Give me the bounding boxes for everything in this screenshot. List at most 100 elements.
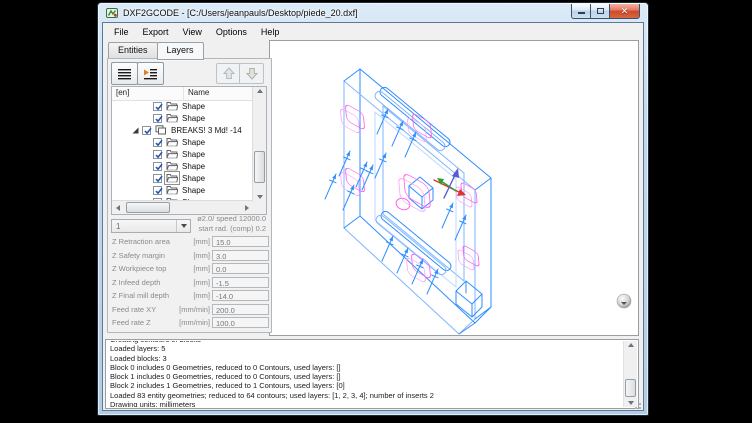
row-label: Shape (182, 162, 205, 171)
move-to-custom-gcode-button[interactable] (137, 62, 164, 85)
param-unit: [mm] (193, 291, 210, 300)
param-unit: [mm/min] (179, 318, 210, 327)
caption-buttons: ✕ (571, 4, 640, 19)
layer-checkbox[interactable] (153, 174, 162, 183)
maximize-icon (597, 8, 604, 14)
title-bar[interactable]: DXF2GCODE - [C:/Users/jeanpauls/Desktop/… (98, 3, 648, 22)
param-input[interactable]: -14.0 (212, 290, 269, 301)
param-label: Feed rate XY (110, 305, 179, 314)
param-input[interactable]: -1.5 (212, 277, 269, 288)
minimize-button[interactable] (571, 4, 590, 19)
expander-icon[interactable] (132, 127, 139, 134)
layer-checkbox[interactable] (153, 150, 162, 159)
log-vertical-scrollbar[interactable] (623, 341, 637, 407)
tree-header[interactable]: [en] Name (112, 87, 253, 101)
row-label: Shape (182, 114, 205, 123)
scroll-right-arrow[interactable] (243, 205, 251, 211)
tree-row[interactable]: Shape (112, 172, 253, 184)
tool-info-line2: start rad. (comp) 0.2 (192, 224, 266, 234)
menu-options[interactable]: Options (209, 25, 254, 39)
layer-checkbox[interactable] (153, 162, 162, 171)
drawing-canvas[interactable] (269, 40, 639, 336)
menu-help[interactable]: Help (254, 25, 287, 39)
row-label: Shape (182, 150, 205, 159)
column-header-name[interactable]: Name (184, 87, 253, 100)
param-unit: [mm] (193, 237, 210, 246)
scrollbar-thumb[interactable] (625, 379, 636, 397)
param-label: Z Workpiece top (110, 264, 193, 273)
pocket-outline (345, 104, 365, 131)
layer-checkbox[interactable] (153, 102, 162, 111)
tree-horizontal-scrollbar[interactable] (112, 200, 253, 214)
tree-vertical-scrollbar[interactable] (252, 87, 266, 201)
scrollbar-corner (253, 201, 266, 214)
param-label: Z Safety margin (110, 251, 193, 260)
tree-row[interactable]: Shape (112, 184, 253, 196)
machining-params: Z Retraction area [mm] 15.0 Z Safety mar… (110, 235, 269, 330)
tree-row[interactable]: Shape (112, 160, 253, 172)
param-row: Z Workpiece top [mm] 0.0 (110, 262, 269, 276)
param-row: Z Safety margin [mm] 3.0 (110, 249, 269, 263)
log-line: Block 1 includes 0 Geometries, reduced t… (110, 372, 623, 381)
layers-tree[interactable]: [en] Name Shape Shape (111, 86, 267, 215)
tool-info-line1: ø2.0/ speed 12000.0 (192, 214, 266, 224)
scroll-up-arrow[interactable] (624, 343, 637, 347)
drill-pin (325, 174, 336, 199)
menu-bar: File Export View Options Help (103, 23, 643, 40)
move-layer-up-button[interactable] (216, 63, 241, 84)
param-unit: [mm/min] (179, 305, 210, 314)
param-input[interactable]: 200.0 (212, 304, 269, 315)
client-area: File Export View Options Help Entities L… (102, 22, 644, 411)
layer-checkbox[interactable] (142, 126, 151, 135)
tree-row[interactable]: Shape (112, 112, 253, 124)
scroll-up-arrow[interactable] (253, 89, 266, 93)
layer-checkbox[interactable] (153, 186, 162, 195)
scrollbar-thumb[interactable] (254, 151, 265, 183)
layers-icon (155, 125, 167, 135)
row-label: BREAKS! 3 Md! -14 (171, 126, 242, 135)
tab-layers[interactable]: Layers (157, 42, 204, 60)
log-line: Loaded blocks: 3 (110, 354, 623, 363)
maximize-button[interactable] (590, 4, 610, 19)
arrow-up-icon (222, 67, 236, 80)
row-label: Shape (182, 174, 205, 183)
param-row: Z Final mill depth [mm] -14.0 (110, 289, 269, 303)
window-title: DXF2GCODE - [C:/Users/jeanpauls/Desktop/… (123, 8, 358, 18)
param-input[interactable]: 15.0 (212, 236, 269, 247)
param-input[interactable]: 0.0 (212, 263, 269, 274)
param-row: Z Retraction area [mm] 15.0 (110, 235, 269, 249)
tree-row[interactable]: Shape (112, 148, 253, 160)
rotate-view-ball-icon (617, 294, 631, 308)
scroll-left-arrow[interactable] (114, 205, 122, 211)
layer-checkbox[interactable] (153, 138, 162, 147)
tool-number-combobox[interactable]: 1 (111, 219, 191, 233)
menu-file[interactable]: File (107, 25, 136, 39)
tree-row[interactable]: BREAKS! 3 Md! -14 (112, 124, 253, 136)
pocket-outline (340, 108, 360, 135)
param-unit: [mm] (193, 264, 210, 273)
column-header-en[interactable]: [en] (112, 87, 184, 100)
menu-export[interactable]: Export (136, 25, 176, 39)
log-line: Loaded 83 entity geometries; reduced to … (110, 391, 623, 400)
tree-row[interactable]: Shape (112, 136, 253, 148)
param-row: Feed rate Z [mm/min] 100.0 (110, 316, 269, 330)
resize-grip[interactable] (632, 400, 641, 409)
app-icon (106, 7, 118, 19)
param-unit: [mm] (193, 251, 210, 260)
select-all-layers-button[interactable] (111, 62, 138, 85)
move-layer-down-button[interactable] (239, 63, 264, 84)
close-button[interactable]: ✕ (610, 4, 640, 19)
param-row: Feed rate XY [mm/min] 200.0 (110, 303, 269, 317)
log-area[interactable]: Creating contours of blocksLoaded layers… (105, 339, 639, 409)
menu-view[interactable]: View (176, 25, 209, 39)
scroll-down-arrow[interactable] (253, 195, 266, 199)
param-input[interactable]: 100.0 (212, 317, 269, 328)
param-input[interactable]: 3.0 (212, 250, 269, 261)
scrollbar-thumb[interactable] (126, 202, 170, 213)
folder-icon (166, 149, 178, 159)
log-line: Block 0 includes 0 Geometries, reduced t… (110, 363, 623, 372)
tree-row[interactable]: Shape (112, 100, 253, 112)
param-label: Z Infeed depth (110, 278, 193, 287)
layer-checkbox[interactable] (153, 114, 162, 123)
folder-icon (166, 185, 178, 195)
